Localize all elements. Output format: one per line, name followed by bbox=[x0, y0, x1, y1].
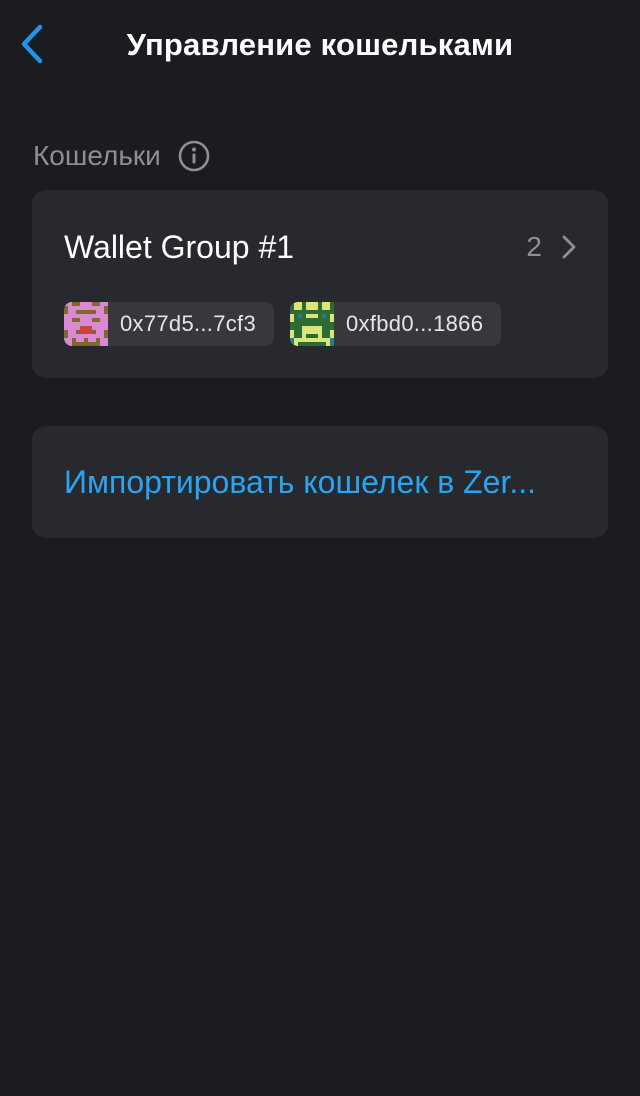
wallet-group-name: Wallet Group #1 bbox=[64, 228, 295, 265]
chevron-left-icon bbox=[21, 24, 43, 64]
address-label: 0xfbd0...1866 bbox=[346, 311, 484, 336]
address-chip[interactable]: 0xfbd0...1866 bbox=[290, 302, 502, 346]
back-button[interactable] bbox=[14, 22, 50, 66]
info-icon[interactable] bbox=[177, 139, 211, 173]
header: Управление кошельками bbox=[0, 0, 640, 90]
wallet-group-meta: 2 bbox=[526, 231, 576, 263]
chevron-right-icon bbox=[562, 235, 576, 259]
wallet-avatar-icon bbox=[290, 302, 334, 346]
address-chip[interactable]: 0x77d5...7cf3 bbox=[64, 302, 274, 346]
address-list: 0x77d5...7cf3 0xfbd0...1866 bbox=[64, 302, 576, 346]
wallet-group-card[interactable]: Wallet Group #1 2 0x77d5...7cf3 0xfbd0..… bbox=[32, 190, 608, 378]
import-wallet-label: Импортировать кошелек в Zer... bbox=[64, 463, 537, 500]
section-header: Кошельки bbox=[33, 138, 640, 174]
wallet-count: 2 bbox=[526, 231, 542, 262]
address-label: 0x77d5...7cf3 bbox=[120, 311, 256, 336]
import-wallet-button[interactable]: Импортировать кошелек в Zer... bbox=[32, 426, 608, 538]
wallet-avatar-icon bbox=[64, 302, 108, 346]
wallet-group-row: Wallet Group #1 2 bbox=[64, 228, 576, 266]
section-label: Кошельки bbox=[33, 140, 161, 171]
page-title: Управление кошельками bbox=[126, 27, 514, 62]
